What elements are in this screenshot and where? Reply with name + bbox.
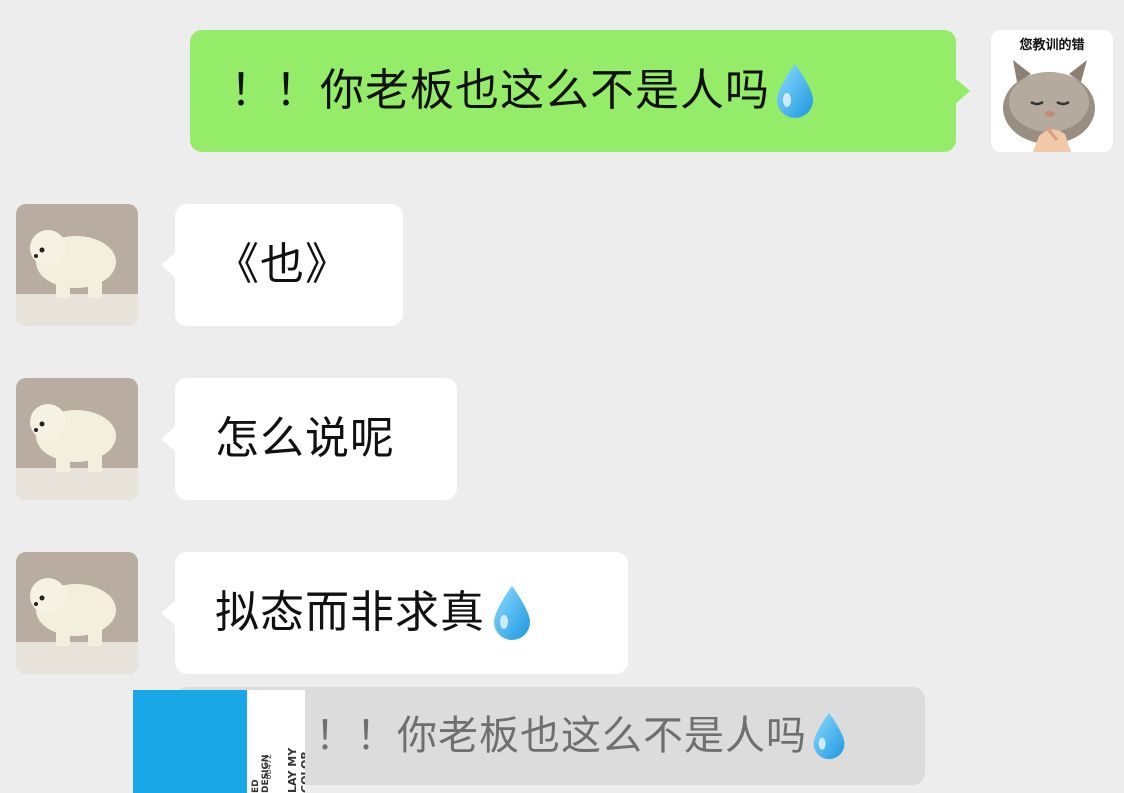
poodle-avatar-icon: [16, 378, 138, 500]
contact-avatar[interactable]: [16, 552, 138, 674]
color-swatch: [133, 690, 247, 793]
contact-avatar[interactable]: [16, 378, 138, 500]
card-label-brand: LAY MY COLOR: [286, 747, 305, 793]
my-avatar[interactable]: 您教训的错: [991, 30, 1113, 152]
droplet-icon: [813, 712, 845, 760]
message-text: 《也》: [215, 239, 350, 290]
received-message-bubble[interactable]: 《也》: [161, 204, 403, 326]
message-text: 怎么说呢: [215, 413, 395, 464]
received-message-bubble[interactable]: 拟态而非求真: [161, 552, 628, 674]
quoted-message-text: ！！你老板也这么不是人吗: [315, 713, 807, 759]
poodle-avatar-icon: [16, 204, 138, 326]
card-label-code: 0b472: [264, 754, 273, 780]
message-text: ！！你老板也这么不是人吗: [230, 65, 770, 116]
received-message-bubble[interactable]: 怎么说呢: [161, 378, 457, 500]
avatar-caption: 您教训的错: [1019, 38, 1085, 53]
droplet-icon: [777, 64, 813, 118]
message-text: 拟态而非求真: [215, 587, 485, 638]
contact-avatar[interactable]: [16, 204, 138, 326]
droplet-icon: [494, 586, 530, 640]
color-card-sticker: LAY MY COLOR ED DESIGN 0b472: [133, 690, 305, 793]
poodle-avatar-icon: [16, 552, 138, 674]
sent-message-bubble[interactable]: ！！你老板也这么不是人吗: [190, 30, 970, 152]
